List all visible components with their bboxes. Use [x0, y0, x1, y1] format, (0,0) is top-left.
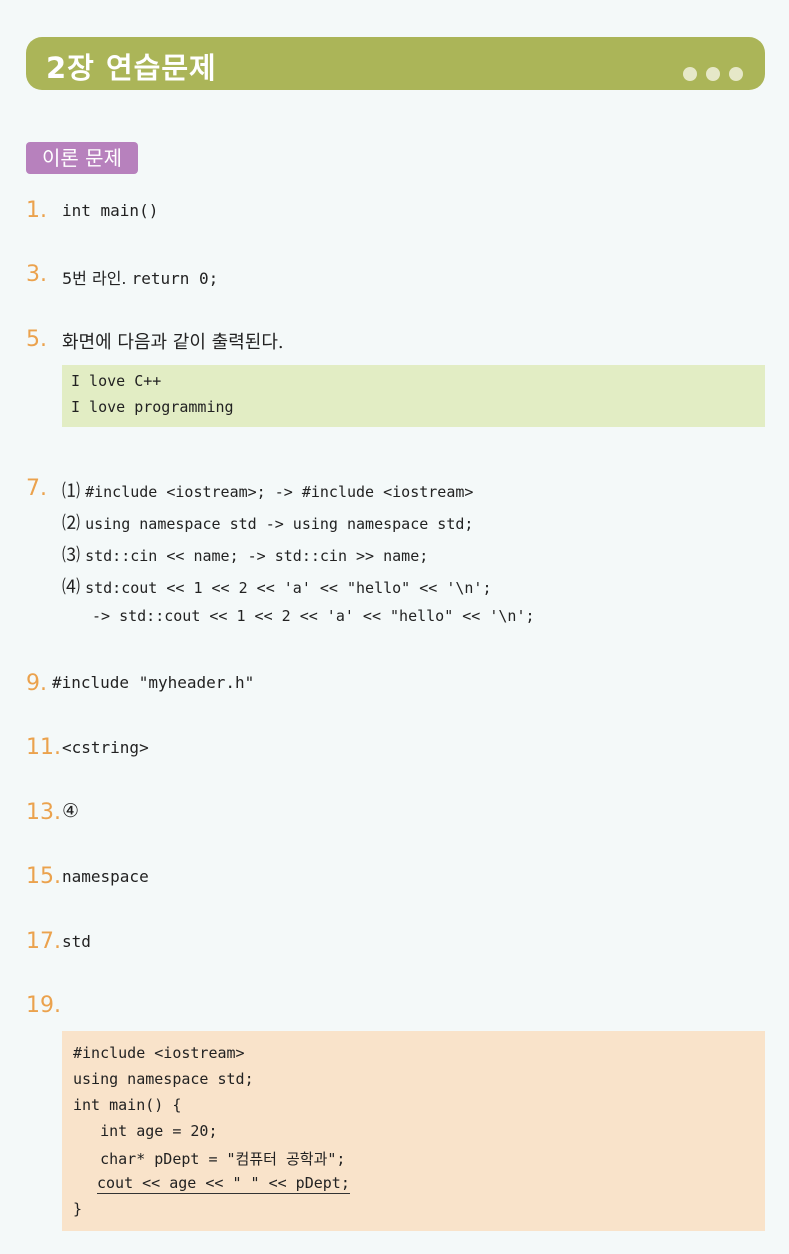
underlined-code: cout << age << " " << pDept; — [97, 1174, 350, 1194]
answer-text: namespace — [62, 867, 149, 886]
dot-icon — [729, 67, 743, 81]
code-line: using namespace std; — [73, 1070, 254, 1088]
question-number: 1. — [26, 198, 47, 223]
item-marker: ⑴ — [62, 481, 80, 502]
output-box: I love C++ I love programming — [62, 365, 765, 427]
code-line: #include <iostream> — [73, 1044, 245, 1062]
answer-text: <cstring> — [62, 738, 149, 757]
code-line-highlighted: cout << age << " " << pDept; — [97, 1174, 350, 1194]
question-number: 19. — [26, 993, 61, 1018]
fix-item: ⑴ #include <iostream>; -> #include <iost… — [62, 477, 473, 503]
item-marker: ⑶ — [62, 545, 80, 566]
question-number: 11. — [26, 735, 61, 760]
answer-code: return 0; — [131, 269, 219, 288]
item-text: std::cin << name; -> std::cin >> name; — [85, 547, 429, 565]
question-number: 15. — [26, 864, 61, 889]
question-number: 5. — [26, 327, 47, 352]
chapter-title: 2장 연습문제 — [46, 51, 217, 85]
output-line: I love C++ — [71, 372, 162, 390]
code-block: #include <iostream> using namespace std;… — [62, 1031, 765, 1231]
dot-icon — [706, 67, 720, 81]
dot-icon — [683, 67, 697, 81]
answer-text: 화면에 다음과 같이 출력된다. — [62, 332, 284, 353]
fix-item: ⑵ using namespace std -> using namespace… — [62, 509, 473, 535]
output-line: I love programming — [71, 398, 234, 416]
item-marker: ⑵ — [62, 513, 80, 534]
question-number: 9. — [26, 671, 47, 696]
chapter-header: 2장 연습문제 — [26, 37, 765, 90]
item-text: #include <iostream>; -> #include <iostre… — [85, 483, 474, 501]
code-line: char* pDept = "컴퓨터 공학과"; — [73, 1150, 346, 1168]
item-text: std:cout << 1 << 2 << 'a' << "hello" << … — [85, 579, 492, 597]
section-badge: 이론 문제 — [26, 142, 138, 174]
answer-text: int main() — [62, 201, 159, 220]
item-marker: ⑷ — [62, 577, 80, 598]
fix-item: ⑷ std:cout << 1 << 2 << 'a' << "hello" <… — [62, 573, 491, 599]
fix-item: ⑶ std::cin << name; -> std::cin >> name; — [62, 541, 428, 567]
item-text: using namespace std -> using namespace s… — [85, 515, 474, 533]
answer-text: std — [62, 932, 91, 951]
fix-continuation: -> std::cout << 1 << 2 << 'a' << "hello"… — [92, 607, 535, 625]
code-line: int main() { — [73, 1096, 182, 1114]
code-line: int age = 20; — [73, 1122, 218, 1140]
question-number: 7. — [26, 476, 47, 501]
code-line: } — [73, 1200, 83, 1218]
header-dots — [683, 67, 743, 81]
question-number: 13. — [26, 800, 61, 825]
answer-text: #include "myheader.h" — [52, 673, 255, 692]
question-number: 17. — [26, 929, 61, 954]
answer-line: 5번 라인. return 0; — [62, 265, 218, 289]
question-number: 3. — [26, 262, 47, 287]
answer-text: ④ — [62, 800, 80, 822]
answer-prefix: 5번 라인. — [62, 269, 127, 288]
